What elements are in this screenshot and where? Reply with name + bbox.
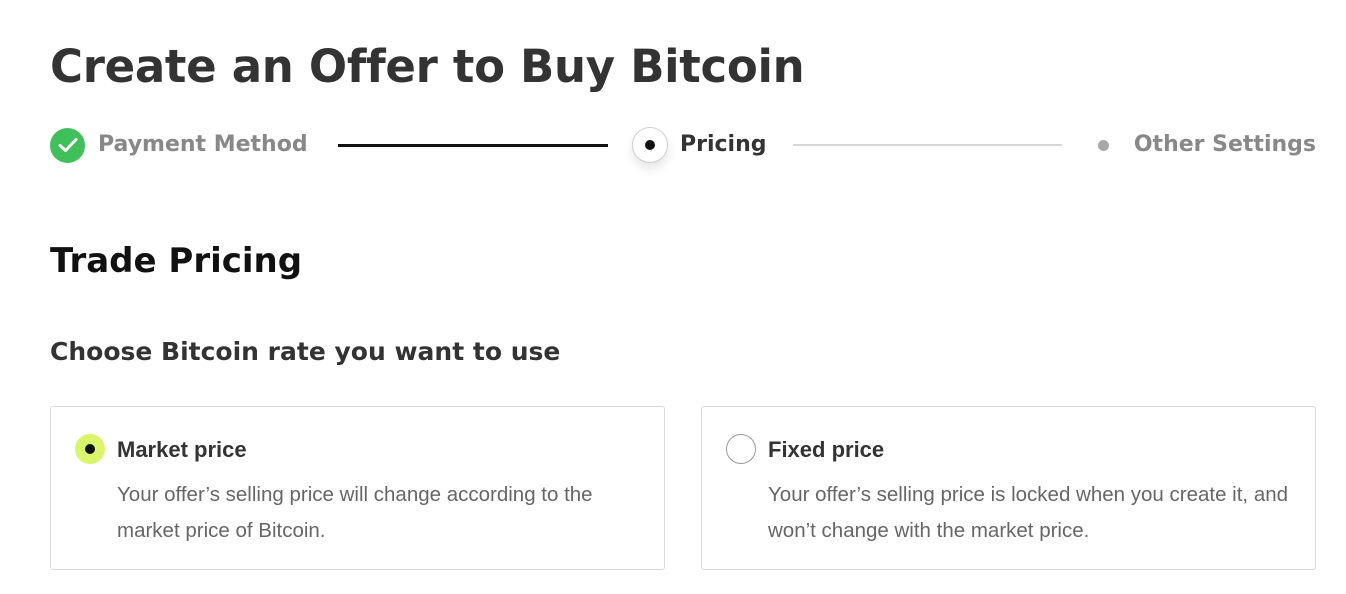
pending-step-dot-icon [1097, 139, 1109, 151]
page-title: Create an Offer to Buy Bitcoin [50, 40, 805, 93]
step-connector-pending [793, 144, 1062, 146]
section-title: Trade Pricing [50, 241, 303, 281]
fixed-price-option[interactable]: Fixed price Your offer’s selling price i… [701, 406, 1316, 570]
current-step-dot-icon [632, 127, 668, 163]
step-label: Other Settings [1133, 132, 1316, 157]
step-connector-completed [338, 144, 608, 147]
radio-selected-icon[interactable] [75, 434, 105, 464]
option-title: Fixed price [768, 437, 885, 462]
step-pricing[interactable]: Pricing [632, 126, 767, 164]
option-title: Market price [117, 437, 247, 462]
step-label: Pricing [680, 132, 767, 157]
radio-unselected-icon[interactable] [726, 434, 756, 464]
rate-choice-heading: Choose Bitcoin rate you want to use [50, 337, 561, 366]
option-description: Your offer’s selling price is locked whe… [768, 483, 1289, 542]
progress-stepper: Payment Method Pricing Other Settings [50, 126, 1316, 164]
check-icon [50, 127, 85, 163]
market-price-option[interactable]: Market price Your offer’s selling price … [50, 406, 665, 570]
step-other-settings[interactable]: Other Settings [1097, 126, 1316, 164]
option-description: Your offer’s selling price will change a… [117, 483, 593, 542]
step-label: Payment Method [98, 132, 308, 157]
step-payment-method[interactable]: Payment Method [50, 126, 308, 164]
